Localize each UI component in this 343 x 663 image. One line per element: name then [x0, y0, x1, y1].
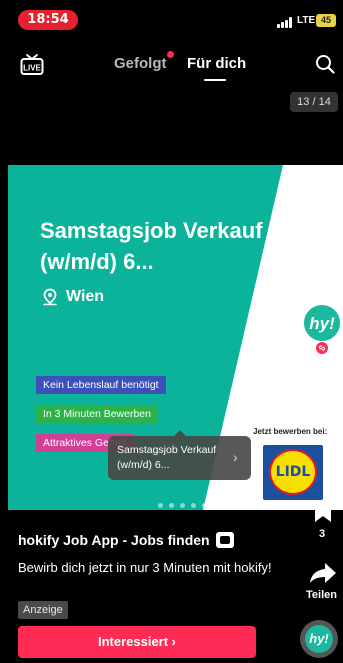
tooltip-text: Samstagsjob Verkauf (w/m/d) 6... — [117, 444, 217, 471]
tab-following[interactable]: Gefolgt — [114, 55, 167, 72]
ad-link-tooltip[interactable]: Samstagsjob Verkauf (w/m/d) 6... › — [108, 430, 251, 480]
like-count: ● — [318, 408, 324, 418]
share-icon[interactable] — [309, 561, 337, 585]
lidl-logo-text: LIDL — [275, 464, 311, 480]
link-icon[interactable] — [316, 342, 328, 354]
status-bar: 18:54 LTE 45 — [0, 0, 343, 40]
chevron-right-icon: › — [233, 449, 238, 465]
interested-button[interactable]: Interessiert › — [18, 626, 256, 658]
music-disc[interactable]: hy! — [300, 620, 338, 658]
tab-active-indicator — [204, 79, 226, 81]
tab-for-you[interactable]: Für dich — [187, 55, 246, 72]
ad-title: Samstagsjob Verkauf (w/m/d) 6... — [40, 218, 263, 274]
status-time: 18:54 — [18, 10, 78, 30]
author-row[interactable]: hokify Job App - Jobs finden — [18, 532, 234, 548]
carousel-dots — [158, 503, 229, 508]
bookmark-icon[interactable] — [313, 500, 333, 524]
music-disc-avatar: hy! — [305, 625, 333, 653]
sponsored-badge: Anzeige — [18, 601, 68, 619]
location-pin-icon — [43, 288, 57, 306]
svg-text:LIVE: LIVE — [23, 64, 41, 73]
author-name: hokify Job App - Jobs finden — [18, 532, 210, 548]
caption-text: Bewirb dich jetzt in nur 3 Minuten mit h… — [18, 560, 272, 575]
profile-badge-icon — [215, 532, 234, 548]
ad-location-text: Wien — [66, 288, 105, 305]
creator-avatar[interactable]: hy! — [303, 304, 341, 342]
network-label: LTE — [297, 15, 316, 26]
bookmark-count: 3 — [319, 528, 326, 540]
lidl-logo: LIDL — [263, 445, 323, 500]
ad-apply-label: Jetzt bewerben bei: — [253, 427, 328, 436]
ad-location: Wien — [41, 288, 104, 306]
search-icon[interactable] — [315, 54, 335, 74]
slide-counter: 13 / 14 — [290, 92, 338, 112]
signal-icon — [277, 17, 293, 28]
battery-icon: 45 — [316, 14, 336, 27]
live-icon[interactable]: LIVE — [20, 52, 44, 76]
share-label: Teilen — [306, 589, 337, 601]
like-icon[interactable] — [306, 376, 340, 406]
ad-tag-quick-apply: In 3 Minuten Bewerben — [36, 405, 158, 423]
ad-tag-no-cv: Kein Lebenslauf benötigt — [36, 376, 166, 394]
notification-dot — [167, 51, 174, 58]
